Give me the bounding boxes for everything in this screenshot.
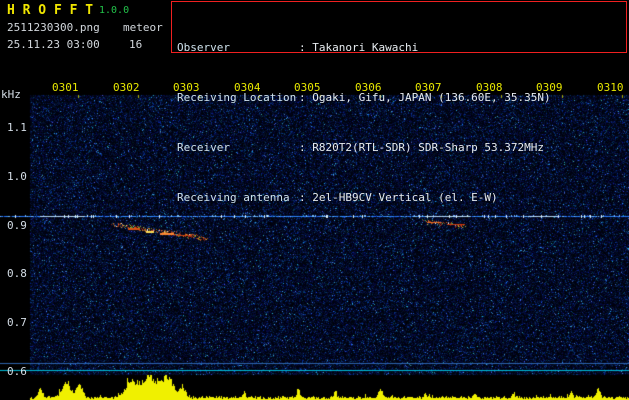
time-label: 0308 — [476, 81, 503, 94]
observer-info-box: Observer : Takanori Kawachi Receiving Lo… — [171, 1, 627, 204]
freq-label: 0.8 — [7, 267, 27, 280]
freq-label: 0.9 — [7, 219, 27, 232]
info-row-receiver: Receiver : R820T2(RTL-SDR) SDR-Sharp 53.… — [177, 142, 626, 154]
output-filename: 2511230300.png — [7, 21, 100, 34]
freq-axis-unit: kHz — [1, 88, 21, 101]
time-label: 0306 — [355, 81, 382, 94]
info-value: : 2el-HB9CV Vertical (el. E-W) — [299, 191, 498, 204]
info-value: : Takanori Kawachi — [299, 41, 419, 54]
info-label: Observer — [177, 41, 230, 54]
time-label: 0302 — [113, 81, 140, 94]
echo-count: 16 — [129, 38, 143, 51]
time-label: 0303 — [173, 81, 200, 94]
app-title: H R O F F T — [7, 3, 94, 18]
app-version: 1.0.0 — [99, 5, 130, 16]
observation-datetime: 25.11.23 03:00 — [7, 38, 100, 51]
info-label: Receiver — [177, 141, 230, 154]
freq-label: 0.7 — [7, 316, 27, 329]
info-row-observer: Observer : Takanori Kawachi — [177, 42, 626, 54]
hrofft-output-window: H R O F F T 1.0.0 2511230300.png meteor … — [0, 0, 629, 400]
info-label: Receiving antenna — [177, 191, 290, 204]
time-label: 0305 — [294, 81, 321, 94]
freq-label: 0.6 — [7, 365, 27, 378]
time-label: 0310 — [597, 81, 624, 94]
info-row-antenna: Receiving antenna : 2el-HB9CV Vertical (… — [177, 192, 626, 204]
time-label: 0309 — [536, 81, 563, 94]
time-label: 0307 — [415, 81, 442, 94]
time-label: 0304 — [234, 81, 261, 94]
mode-label: meteor — [123, 21, 163, 34]
freq-label: 1.0 — [7, 170, 27, 183]
info-value: : R820T2(RTL-SDR) SDR-Sharp 53.372MHz — [299, 141, 545, 154]
time-label: 0301 — [52, 81, 79, 94]
freq-label: 1.1 — [7, 121, 27, 134]
